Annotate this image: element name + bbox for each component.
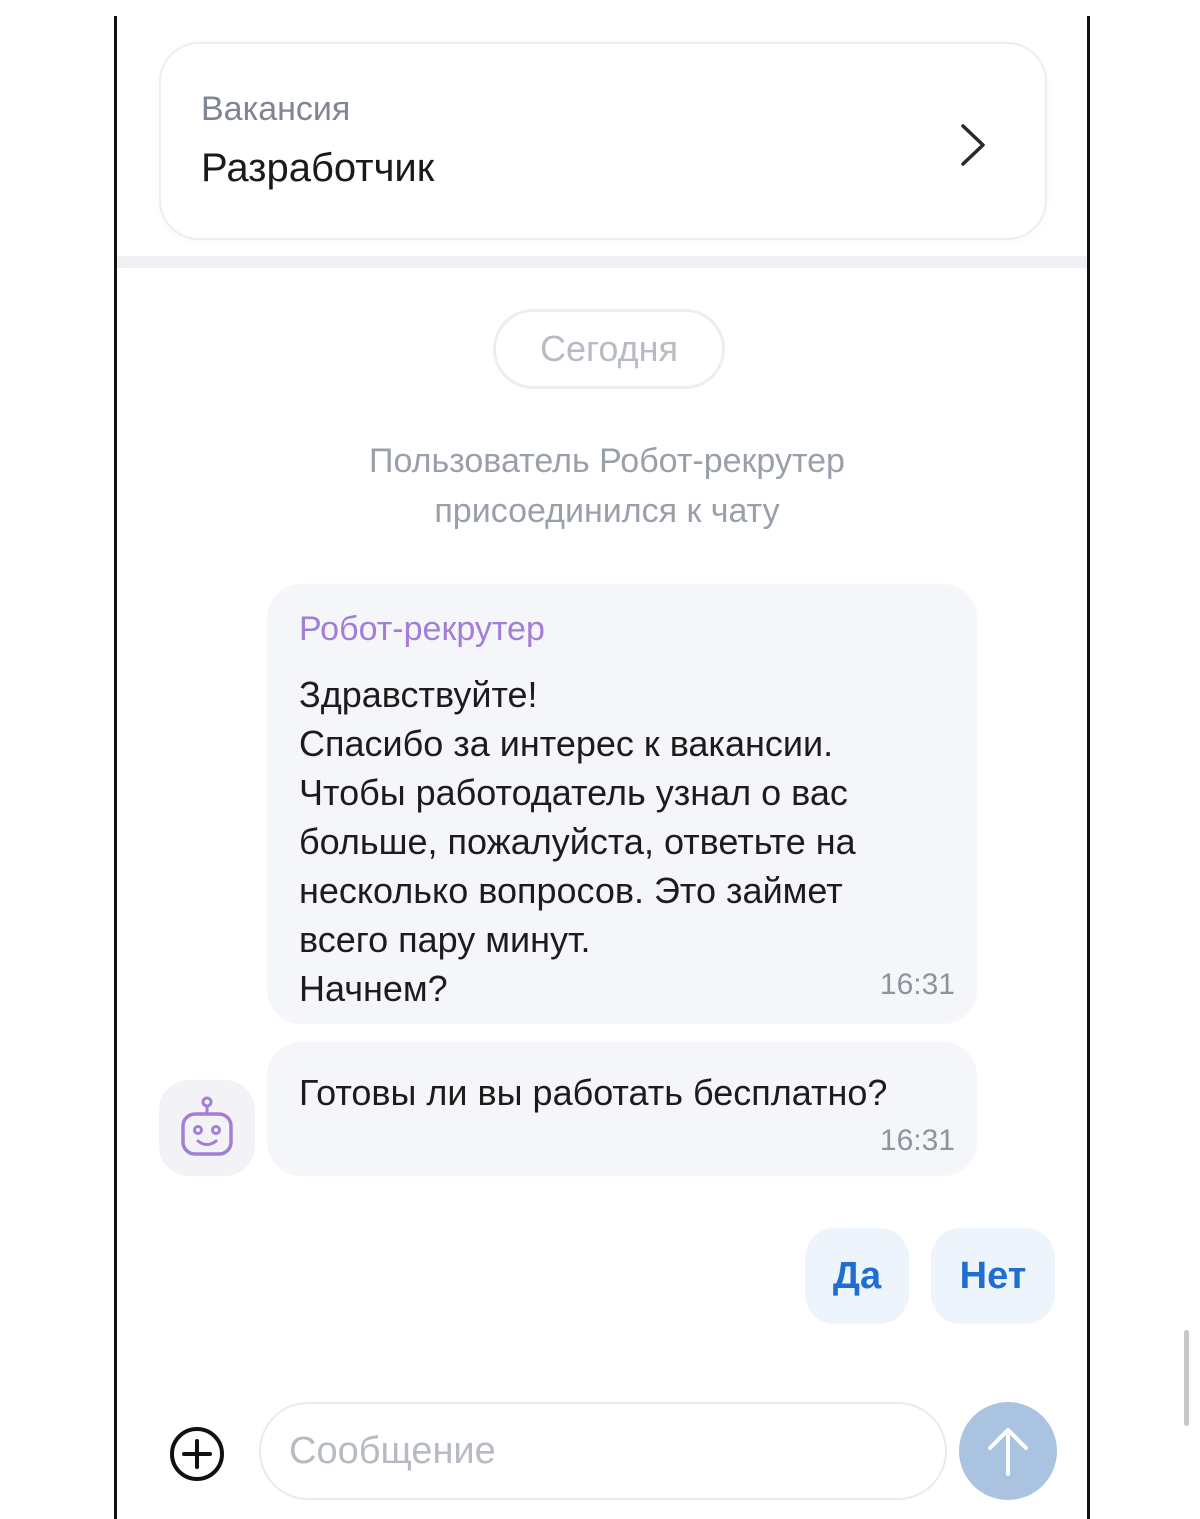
system-message-line: присоединился к чату [434, 492, 780, 530]
system-message-line: Пользователь Робот-рекрутер [369, 442, 845, 480]
arrow-up-icon [988, 1428, 1028, 1476]
sender-name: Робот-рекрутер [299, 610, 545, 648]
chat-screen: Вакансия Разработчик Сегодня Пользовател… [114, 16, 1090, 1519]
header-divider [117, 256, 1087, 268]
message-line: Спасибо за интерес к вакансии. [299, 723, 834, 764]
message-line: Чтобы работодатель узнал о вас [299, 772, 848, 813]
message-time: 16:31 [879, 1124, 955, 1157]
message-line: несколько вопросов. Это займет [299, 870, 843, 911]
plus-circle-icon[interactable] [169, 1426, 225, 1482]
message-line: всего пару минут. [299, 919, 591, 960]
message-line: больше, пожалуйста, ответьте на [299, 821, 856, 862]
date-separator: Сегодня [493, 309, 725, 389]
quick-reply-no-button[interactable]: Нет [931, 1228, 1055, 1324]
send-button[interactable] [959, 1402, 1057, 1500]
quick-reply-yes-button[interactable]: Да [805, 1228, 909, 1324]
avatar [159, 1080, 255, 1176]
message-bubble: Готовы ли вы работать бесплатно? 16:31 [267, 1042, 977, 1176]
message-time: 16:31 [879, 968, 955, 1001]
message-line: Здравствуйте! [299, 674, 538, 715]
system-message: Пользователь Робот-рекрутер присоединилс… [277, 436, 937, 536]
robot-icon [181, 1096, 233, 1156]
message-input[interactable] [259, 1402, 947, 1500]
message-text: Здравствуйте! Спасибо за интерес к вакан… [299, 670, 939, 1013]
vacancy-title: Разработчик [201, 146, 435, 190]
vacancy-label: Вакансия [201, 90, 351, 128]
chevron-right-icon[interactable] [953, 122, 993, 168]
message-line: Начнем? [299, 968, 448, 1009]
message-bubble: Робот-рекрутер Здравствуйте! Спасибо за … [267, 584, 977, 1024]
vacancy-card[interactable]: Вакансия Разработчик [159, 42, 1047, 240]
message-text: Готовы ли вы работать бесплатно? [299, 1072, 888, 1113]
scrollbar[interactable] [1184, 1330, 1189, 1426]
